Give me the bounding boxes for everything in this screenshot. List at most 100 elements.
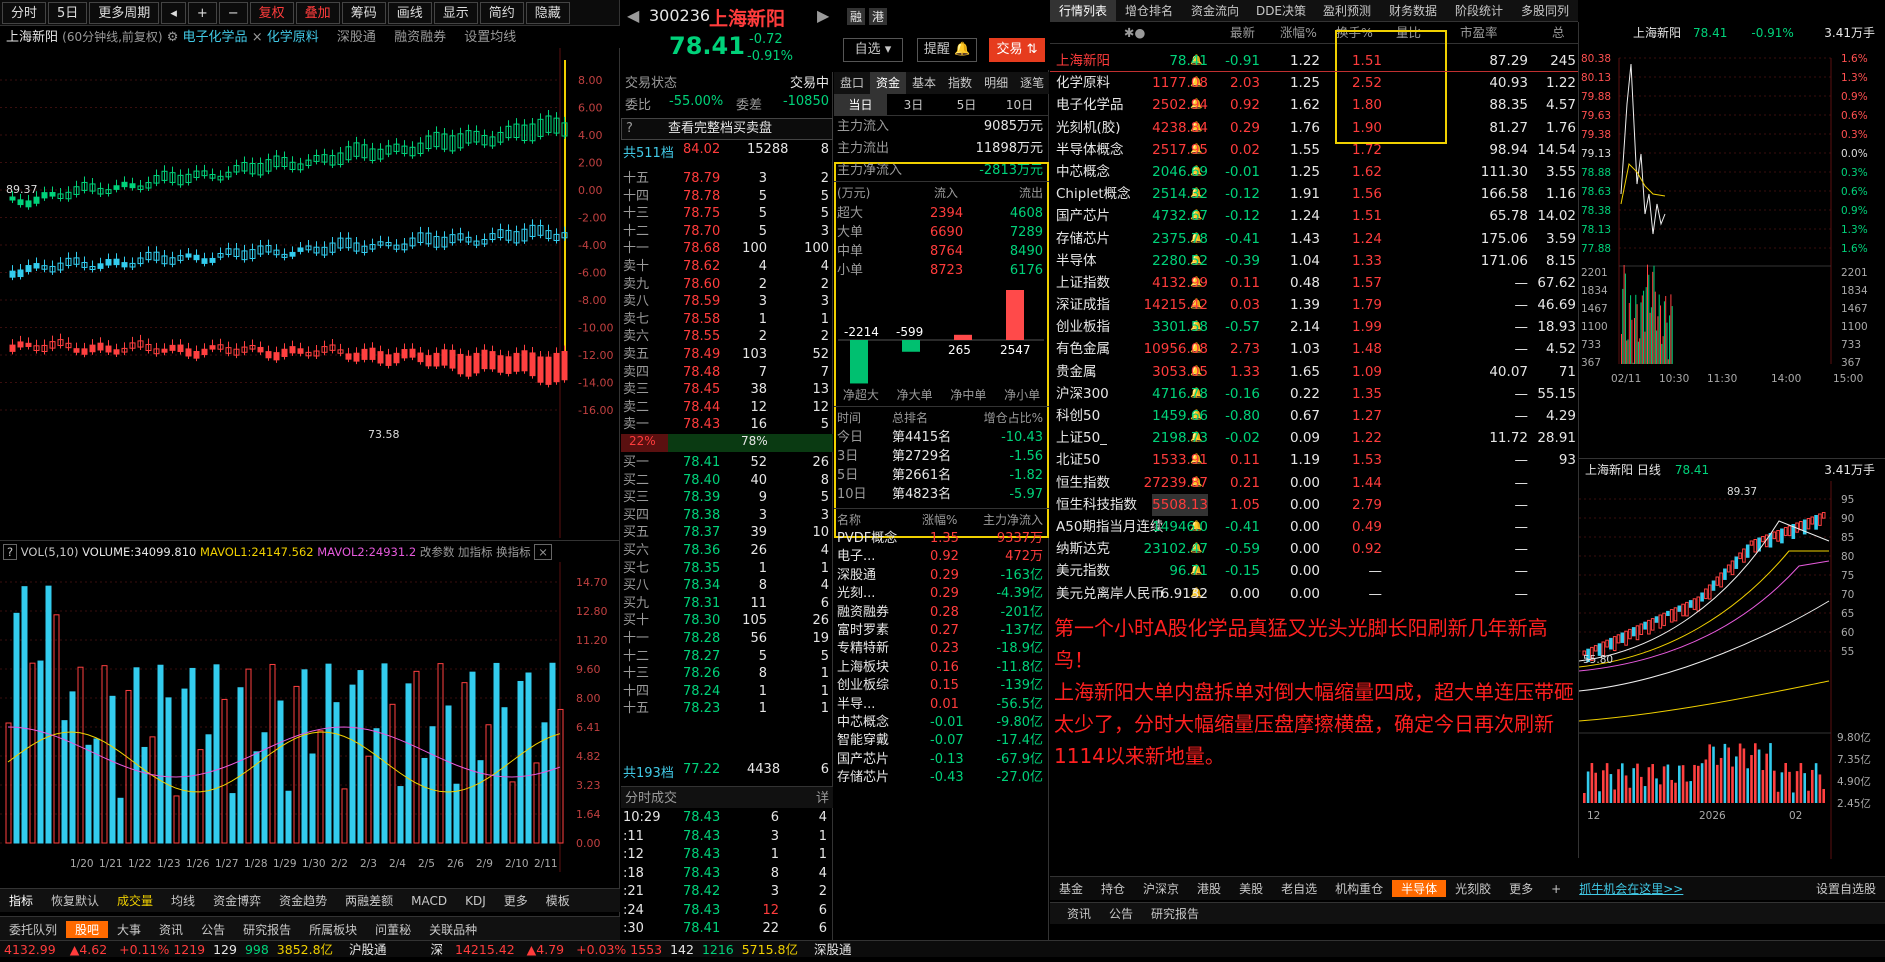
bid-level[interactable]: 买八 78.34 8 4 xyxy=(621,577,833,595)
quote-row[interactable]: 贵金属 🔔 3053.05 1.33 1.65 1.09 40.07 71 xyxy=(1050,361,1578,383)
promo-link[interactable]: 抓牛机会在这里>> xyxy=(1570,880,1692,897)
period-tab-2[interactable]: 5日 xyxy=(940,94,993,115)
sh-index[interactable]: 4132.99 xyxy=(4,942,56,957)
volume-chart[interactable]: 14.70 12.80 11.20 9.60 8.00 6.41 4.82 3.23 1.64 0… xyxy=(0,562,620,872)
quote-row[interactable]: 科创50 🔔 1459.66 -0.80 0.67 1.27—4.29 xyxy=(1050,405,1578,427)
period-tab-1[interactable]: 3日 xyxy=(887,94,940,115)
group-tab-8[interactable]: 光刻胶 xyxy=(1446,880,1500,897)
bid-level[interactable]: 买七 78.35 1 1 xyxy=(621,560,833,578)
bid-level[interactable]: 买五 78.37 39 10 xyxy=(621,524,833,542)
bid-level[interactable]: 买一 78.41 52 26 xyxy=(621,454,833,472)
ticks-more-button[interactable]: 详 xyxy=(816,787,829,806)
swap-indicator-button[interactable]: 换指标 xyxy=(496,545,531,559)
sgt-label[interactable]: 深股通 xyxy=(814,942,852,957)
quote-row[interactable]: 化学原料 🔔 1177.08 2.03 1.25 2.52 40.93 1.22 xyxy=(1050,72,1578,94)
toolbar-6[interactable]: 画线 xyxy=(387,1,432,24)
sector-head-chg[interactable]: 涨幅% xyxy=(922,509,957,531)
quote-row[interactable]: 半导体概念 🔔 2517.95 0.02 1.55 1.72 98.94 14.54 xyxy=(1050,139,1578,161)
ma-settings-button[interactable]: 设置均线 xyxy=(464,30,516,45)
group-tab-0[interactable]: 基金 xyxy=(1050,880,1092,897)
toolbar-9[interactable]: 隐藏 xyxy=(525,1,570,24)
list-tab-6[interactable]: 阶段统计 xyxy=(1446,0,1512,21)
list-tab-1[interactable]: 增仓排名 xyxy=(1116,0,1182,21)
plus-icon[interactable]: + xyxy=(187,1,217,24)
prev-stock-icon[interactable]: ◀ xyxy=(627,6,639,25)
sort-icon[interactable]: ✱● xyxy=(1124,22,1145,44)
fund-tab-2[interactable]: 基本 xyxy=(906,72,942,94)
sector-row[interactable]: 中芯概念 -0.01 -9.80亿 xyxy=(834,714,1049,732)
group-tab-10[interactable]: + xyxy=(1542,882,1570,896)
ask-level[interactable]: 卖六 78.55 2 2 xyxy=(621,328,833,346)
ask-level[interactable]: 十四 78.78 5 5 xyxy=(621,188,833,206)
sector-row[interactable]: 光刻... 0.29 -4.39亿 xyxy=(834,585,1049,603)
news-tab-2[interactable]: 研究报告 xyxy=(1142,905,1208,922)
edit-params-button[interactable]: 改参数 xyxy=(420,545,455,559)
sector-row[interactable]: 融资融券 0.28 -201亿 xyxy=(834,604,1049,622)
quote-row[interactable]: 深证成指 🔔 14215.42 0.03 1.39 1.79—46.69 xyxy=(1050,294,1578,316)
quote-row[interactable]: 有色金属 🔔 10956.08 2.73 1.03 1.48—4.52 xyxy=(1050,338,1578,360)
bid-level[interactable]: 买四 78.38 3 3 xyxy=(621,507,833,525)
trade-button[interactable]: 交易 ⇅ xyxy=(989,38,1045,62)
toolbar-3[interactable]: 复权 xyxy=(249,1,294,24)
quote-row[interactable]: 北证50 🔔 1533.91 0.11 1.19 1.53—93 xyxy=(1050,449,1578,471)
ind-tab-1[interactable]: 恢复默认 xyxy=(42,892,108,909)
list-tab-4[interactable]: 盈利预测 xyxy=(1314,0,1380,21)
bottom-tab-8[interactable]: 关联品种 xyxy=(420,921,486,938)
sector-row[interactable]: 半导... 0.01 -56.5亿 xyxy=(834,696,1049,714)
quote-row[interactable]: 创业板指 🔔 3301.58 -0.57 2.14 1.99—18.93 xyxy=(1050,316,1578,338)
full-depth-button[interactable]: ? 查看完整档买卖盘 xyxy=(621,118,833,140)
quote-row[interactable]: 恒生指数 🔔 27239.87 0.21 0.00 1.44— xyxy=(1050,472,1578,494)
ask-level[interactable]: 卖八 78.59 3 3 xyxy=(621,293,833,311)
alert-button[interactable]: 提醒 🔔 xyxy=(917,38,977,62)
mini-intraday-chart[interactable]: 80.38 1.6% 80.13 1.3% 79.88 0.9% 79.63 0.6% 79.3… xyxy=(1579,44,1885,458)
list-tab-2[interactable]: 资金流向 xyxy=(1182,0,1248,21)
quote-row[interactable]: 恒生科技指数🔔5508.131.050.002.79— xyxy=(1050,493,1578,516)
quote-row[interactable]: Chiplet概念 🔔 2514.32 -0.12 1.91 1.56 166.58 1.16 xyxy=(1050,183,1578,205)
bottom-tab-2[interactable]: 大事 xyxy=(108,921,150,938)
news-tab-1[interactable]: 公告 xyxy=(1100,905,1142,922)
help-icon[interactable]: ? xyxy=(3,544,18,560)
ask-level[interactable]: 卖一 78.43 16 5 xyxy=(621,416,833,434)
group-tab-4[interactable]: 美股 xyxy=(1230,880,1272,897)
ind-tab-5[interactable]: 资金趋势 xyxy=(270,892,336,909)
quote-row[interactable]: 上证指数 🔔 4132.99 0.11 0.48 1.57—67.62 xyxy=(1050,272,1578,294)
sz-index[interactable]: 14215.42 xyxy=(455,942,515,957)
col-total[interactable]: 总 xyxy=(1552,22,1565,44)
chevron-left-icon[interactable]: ◂ xyxy=(161,1,186,24)
quote-row[interactable]: 纳斯达克 🔔 23102.47 -0.59 0.00 0.92— xyxy=(1050,538,1578,560)
quote-row[interactable]: 半导体 🔔 2280.52 -0.39 1.04 1.33 171.06 8.15 xyxy=(1050,250,1578,272)
close-icon[interactable]: × xyxy=(252,30,263,45)
bid-level[interactable]: 买十 78.30 105 26 xyxy=(621,612,833,630)
bid-level[interactable]: 买六 78.36 26 4 xyxy=(621,542,833,560)
toolbar-7[interactable]: 显示 xyxy=(433,1,478,24)
sector-row[interactable]: 深股通 0.29 -163亿 xyxy=(834,567,1049,585)
sector-row[interactable]: 富时罗素 0.27 -137亿 xyxy=(834,622,1049,640)
bottom-tab-7[interactable]: 问董秘 xyxy=(366,921,420,938)
fund-tab-5[interactable]: 逐笔 xyxy=(1014,72,1050,94)
fund-tab-3[interactable]: 指数 xyxy=(942,72,978,94)
toolbar-0[interactable]: 分时 xyxy=(2,1,47,24)
ask-level[interactable]: 卖七 78.58 1 1 xyxy=(621,311,833,329)
fund-tab-4[interactable]: 明细 xyxy=(978,72,1014,94)
ask-level[interactable]: 十三 78.75 5 5 xyxy=(621,205,833,223)
settings-button[interactable]: 设置自选股 xyxy=(1807,880,1885,897)
toolbar-2[interactable]: 更多周期 xyxy=(89,1,160,24)
close-icon[interactable]: × xyxy=(534,544,552,560)
sector-row[interactable]: PVDF概念 1.35 9337万 xyxy=(834,530,1049,548)
quote-row[interactable]: A50期指当月连续 🔔 14946.0 -0.41 0.00 0.49— xyxy=(1050,516,1578,538)
gear-icon[interactable]: ⚙ xyxy=(167,30,179,45)
bottom-tab-0[interactable]: 委托队列 xyxy=(0,921,66,938)
hgt-label[interactable]: 沪股通 xyxy=(349,942,387,957)
quote-row[interactable]: 存储芯片 🔔 2375.78 -0.41 1.43 1.24 175.06 3.59 xyxy=(1050,228,1578,250)
sector-row[interactable]: 创业板综 0.15 -139亿 xyxy=(834,677,1049,695)
col-chg[interactable]: 涨幅% xyxy=(1280,22,1317,44)
group-tab-5[interactable]: 老自选 xyxy=(1272,880,1326,897)
ind-tab-2[interactable]: 成交量 xyxy=(108,892,162,909)
ask-level[interactable]: 卖三 78.45 38 13 xyxy=(621,381,833,399)
quote-row[interactable]: 国产芯片 🔔 4732.67 -0.12 1.24 1.51 65.78 14.02 xyxy=(1050,205,1578,227)
group-tab-1[interactable]: 持仓 xyxy=(1092,880,1134,897)
ind-tab-4[interactable]: 资金博弈 xyxy=(204,892,270,909)
group-tab-9[interactable]: 更多 xyxy=(1500,880,1542,897)
bid-level[interactable]: 十五 78.23 1 1 xyxy=(621,700,833,718)
bottom-tab-3[interactable]: 资讯 xyxy=(150,921,192,938)
